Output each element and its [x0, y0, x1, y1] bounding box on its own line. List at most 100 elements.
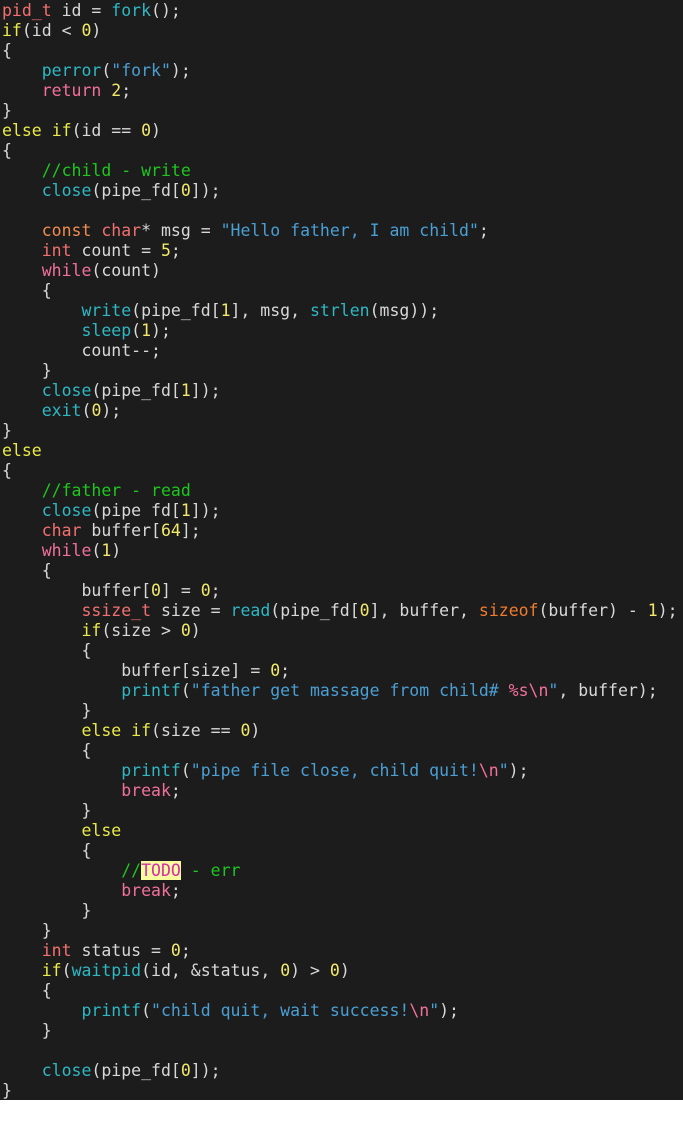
code-line[interactable]: }	[0, 361, 683, 381]
code-line[interactable]: break;	[0, 881, 683, 901]
code-token-plain: (id <	[21, 21, 82, 40]
code-line[interactable]: {	[0, 41, 683, 61]
code-line[interactable]: close(pipe_fd[1]);	[0, 381, 683, 401]
code-line[interactable]: {	[0, 841, 683, 861]
code-line[interactable]: {	[0, 641, 683, 661]
code-token-cond: else	[2, 441, 42, 460]
code-line[interactable]: else	[0, 441, 683, 461]
code-line[interactable]: //child - write	[0, 161, 683, 181]
code-editor[interactable]: pid_t id = fork(); if(id < 0){ perror("fo…	[0, 0, 683, 1100]
code-token-plain: (msg));	[369, 301, 440, 320]
code-line[interactable]: }	[0, 701, 683, 721]
code-line[interactable]: {	[0, 981, 683, 1001]
code-line[interactable]: {	[0, 461, 683, 481]
code-token-plain: (	[61, 961, 72, 980]
code-token-plain: ;	[170, 881, 181, 900]
code-token-plain: (size ==	[151, 721, 241, 740]
code-line[interactable]: }	[0, 901, 683, 921]
code-line[interactable]: printf("pipe file close, child quit!\n")…	[0, 761, 683, 781]
code-token-plain: buffer[size] =	[2, 661, 271, 680]
code-token-number: 0	[180, 1061, 191, 1080]
code-token-plain: }	[2, 921, 52, 940]
code-token-plain: }	[2, 1021, 52, 1040]
code-line[interactable]: sleep(1);	[0, 321, 683, 341]
code-token-keyword: while	[41, 261, 92, 280]
code-line[interactable]: if(waitpid(id, &status, 0) > 0)	[0, 961, 683, 981]
code-token-plain: }	[2, 701, 92, 720]
code-token-plain: ;	[121, 81, 132, 100]
code-line[interactable]: {	[0, 141, 683, 161]
code-line[interactable]: count--;	[0, 341, 683, 361]
code-line[interactable]: int status = 0;	[0, 941, 683, 961]
code-line[interactable]: close(pipe fd[1]);	[0, 501, 683, 521]
code-line[interactable]: return 2;	[0, 81, 683, 101]
code-line[interactable]: close(pipe_fd[0]);	[0, 1061, 683, 1081]
code-line[interactable]: //TODO - err	[0, 861, 683, 881]
code-token-plain: ]);	[190, 501, 221, 520]
code-token-func: exit	[41, 401, 82, 420]
code-token-number: 0	[180, 621, 191, 640]
code-line[interactable]	[0, 201, 683, 221]
code-token-plain: ]);	[190, 1061, 221, 1080]
code-line[interactable]: close(pipe_fd[0]);	[0, 181, 683, 201]
code-line[interactable]: exit(0);	[0, 401, 683, 421]
code-token-plain: ]);	[190, 181, 221, 200]
code-token-plain: (size >	[101, 621, 181, 640]
code-line[interactable]: int count = 5;	[0, 241, 683, 261]
code-token-plain: (	[81, 401, 92, 420]
code-line[interactable]: {	[0, 741, 683, 761]
code-line[interactable]: while(count)	[0, 261, 683, 281]
code-line[interactable]: char buffer[64];	[0, 521, 683, 541]
code-token-punct: ();	[151, 1, 181, 20]
code-line[interactable]: buffer[size] = 0;	[0, 661, 683, 681]
code-token-plain: buffer[	[2, 581, 152, 600]
code-line[interactable]: buffer[0] = 0;	[0, 581, 683, 601]
code-line[interactable]: else if(size == 0)	[0, 721, 683, 741]
code-line[interactable]: write(pipe_fd[1], msg, strlen(msg));	[0, 301, 683, 321]
code-line[interactable]: //father - read	[0, 481, 683, 501]
code-line[interactable]: else if(id == 0)	[0, 121, 683, 141]
code-line[interactable]: {	[0, 281, 683, 301]
code-token-plain: {	[2, 981, 52, 1000]
code-line[interactable]: pid_t id = fork();	[0, 1, 683, 21]
code-line[interactable]: {	[0, 561, 683, 581]
code-line[interactable]: }	[0, 101, 683, 121]
code-token-string: "pipe file close, child quit!	[190, 761, 479, 780]
code-token-func: strlen	[309, 301, 370, 320]
code-line[interactable]: if(size > 0)	[0, 621, 683, 641]
code-token-comment: //father - read	[41, 481, 191, 500]
code-line[interactable]: else	[0, 821, 683, 841]
code-token-plain: size =	[151, 601, 231, 620]
code-token-plain: buffer[	[81, 521, 161, 540]
code-line[interactable]: ssize_t size = read(pipe_fd[0], buffer, …	[0, 601, 683, 621]
code-token-string: "child quit, wait success!	[151, 1001, 410, 1020]
code-token-number: 0	[141, 121, 152, 140]
code-line[interactable]: }	[0, 1021, 683, 1041]
code-token-plain: status =	[71, 941, 171, 960]
code-token-plain: (pipe_fd[	[131, 301, 221, 320]
code-line[interactable]: while(1)	[0, 541, 683, 561]
code-token-func: close	[41, 381, 92, 400]
code-line[interactable]	[0, 1041, 683, 1061]
code-line[interactable]: printf("father get massage from child# %…	[0, 681, 683, 701]
code-token-cond: else	[81, 721, 122, 740]
code-token-number: 64	[160, 521, 181, 540]
code-token-plain: (	[180, 681, 191, 700]
code-line[interactable]: printf("child quit, wait success!\n");	[0, 1001, 683, 1021]
code-line[interactable]: if(id < 0)	[0, 21, 683, 41]
code-lines-container[interactable]: pid_t id = fork(); if(id < 0){ perror("fo…	[0, 1, 683, 1100]
code-line[interactable]: }	[0, 921, 683, 941]
code-token-plain: ], buffer,	[369, 601, 479, 620]
code-line[interactable]: break;	[0, 781, 683, 801]
code-line[interactable]: }	[0, 421, 683, 441]
code-line[interactable]: perror("fork");	[0, 61, 683, 81]
code-line[interactable]: }	[0, 1081, 683, 1100]
code-line[interactable]: const char* msg = "Hello father, I am ch…	[0, 221, 683, 241]
code-line[interactable]: }	[0, 801, 683, 821]
